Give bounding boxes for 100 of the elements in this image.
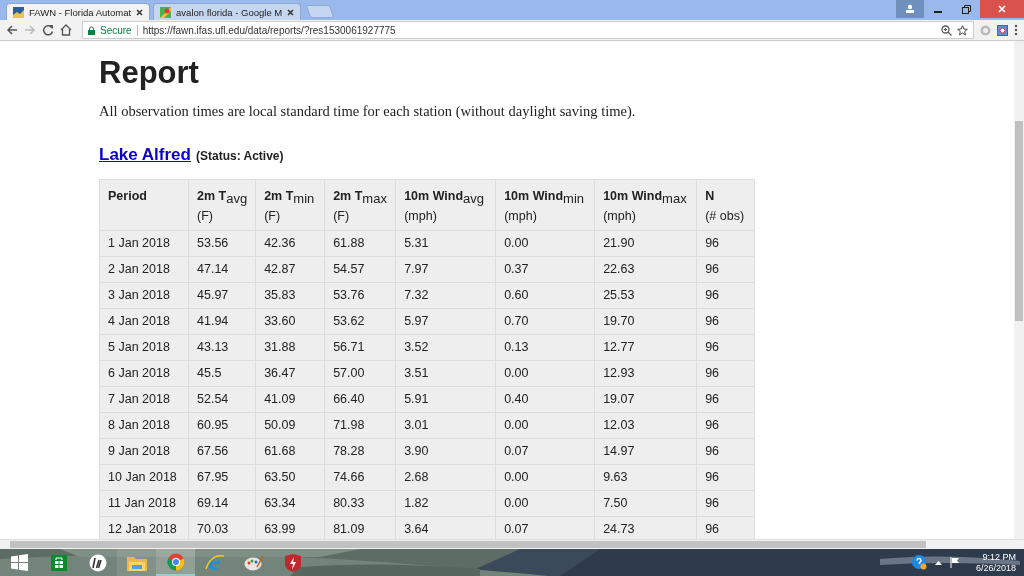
table-cell: 66.40 — [324, 386, 396, 413]
table-cell: 78.28 — [324, 438, 396, 465]
table-cell: 0.40 — [495, 386, 595, 413]
close-tab-icon[interactable] — [136, 8, 144, 16]
table-cell: 63.34 — [255, 490, 325, 517]
table-cell: 71.98 — [324, 412, 396, 439]
table-cell: 7.50 — [594, 490, 697, 517]
table-cell: 22.63 — [594, 256, 697, 283]
table-cell: 0.00 — [495, 490, 595, 517]
table-cell: 9.63 — [594, 464, 697, 491]
note-text: All observation times are local standard time for each station (without daylight saving time). — [99, 102, 637, 120]
browser-tab[interactable]: FAWN - Florida Automat — [6, 3, 151, 20]
table-cell: 19.70 — [594, 308, 697, 335]
station-link[interactable]: Lake Alfred — [99, 144, 191, 165]
menu-icon[interactable] — [1014, 24, 1018, 36]
table-cell: 1.82 — [395, 490, 496, 517]
table-cell: 61.88 — [324, 230, 396, 257]
address-field[interactable]: https://fawn.ifas.ufl.edu/data/reports/?res1530061927775 — [142, 24, 936, 36]
table-cell: 12.93 — [594, 360, 697, 387]
table-cell: 5 Jan 2018 — [99, 334, 189, 361]
table-cell: 5.97 — [395, 308, 496, 335]
table-cell: 12 Jan 2018 — [99, 516, 189, 539]
horizontal-scrollbar[interactable] — [0, 539, 1024, 549]
table-cell: 53.62 — [324, 308, 396, 335]
map-pin-icon — [160, 6, 172, 18]
table-cell: 2 Jan 2018 — [99, 256, 189, 283]
table-cell: 41.09 — [255, 386, 325, 413]
table-cell: 11 Jan 2018 — [99, 490, 189, 517]
table-cell: 10 Jan 2018 — [99, 464, 189, 491]
table-cell: 5.91 — [395, 386, 496, 413]
table-cell: 3.01 — [395, 412, 496, 439]
table-cell: 5.31 — [395, 230, 496, 257]
table-cell: 7.32 — [395, 282, 496, 309]
table-cell: 3 Jan 2018 — [99, 282, 189, 309]
close-tab-icon[interactable] — [287, 8, 295, 16]
table-cell: 25.53 — [594, 282, 697, 309]
zoom-icon[interactable] — [941, 24, 952, 36]
table-cell: 3.90 — [395, 438, 496, 465]
table-cell: 35.83 — [255, 282, 325, 309]
table-cell: 9 Jan 2018 — [99, 438, 189, 465]
table-cell: 74.66 — [324, 464, 396, 491]
home-icon[interactable] — [60, 24, 72, 36]
table-cell: 19.07 — [594, 386, 697, 413]
table-cell: 50.09 — [255, 412, 325, 439]
table-cell: 57.00 — [324, 360, 396, 387]
table-cell: 6 Jan 2018 — [99, 360, 189, 387]
restore-icon[interactable] — [961, 4, 971, 14]
table-cell: 4 Jan 2018 — [99, 308, 189, 335]
table-cell: 0.13 — [495, 334, 595, 361]
browser-icon[interactable] — [156, 549, 195, 576]
column-header: N (# obs) — [696, 179, 755, 231]
table-cell: 31.88 — [255, 334, 325, 361]
table-cell: 61.68 — [255, 438, 325, 465]
table-cell: 42.87 — [255, 256, 325, 283]
table-cell: 3.51 — [395, 360, 496, 387]
table-cell: 0.00 — [495, 230, 595, 257]
vertical-scrollbar[interactable] — [1014, 41, 1024, 539]
table-cell: 2.68 — [395, 464, 496, 491]
table-cell: 63.50 — [255, 464, 325, 491]
table-cell: 12.77 — [594, 334, 697, 361]
back-icon[interactable] — [6, 24, 18, 36]
table-cell: 3.52 — [395, 334, 496, 361]
table-cell: 0.07 — [495, 438, 595, 465]
table-cell: 8 Jan 2018 — [99, 412, 189, 439]
security-label: Secure — [100, 24, 132, 36]
table-cell: 53.76 — [324, 282, 396, 309]
station-icon — [13, 6, 24, 18]
scrollbar-thumb[interactable] — [1015, 121, 1023, 321]
reload-icon[interactable] — [42, 24, 54, 36]
table-cell: 1 Jan 2018 — [99, 230, 189, 257]
close-icon[interactable] — [998, 5, 1006, 13]
chevron-up-icon[interactable] — [934, 560, 942, 565]
table-cell: 0.00 — [495, 464, 595, 491]
lock-icon — [88, 25, 95, 35]
table-cell: 36.47 — [255, 360, 325, 387]
flag-icon[interactable] — [949, 557, 960, 568]
table-cell: 42.36 — [255, 230, 325, 257]
table-cell: 54.57 — [324, 256, 396, 283]
table-cell: 0.70 — [495, 308, 595, 335]
star-icon[interactable] — [957, 24, 968, 36]
windows-logo-icon[interactable] — [11, 554, 28, 571]
station-status: (Status: Active) — [195, 148, 284, 163]
clock-time: 9:12 PM — [982, 551, 1016, 563]
clock[interactable]: 9:12 PM 6/26/2018 — [975, 551, 1016, 574]
table-cell: 21.90 — [594, 230, 697, 257]
table-cell: 0.60 — [495, 282, 595, 309]
table-cell: 7 Jan 2018 — [99, 386, 189, 413]
table-cell: 56.71 — [324, 334, 396, 361]
table-cell: 12.03 — [594, 412, 697, 439]
page-title: Report — [99, 55, 200, 91]
help-icon[interactable] — [911, 555, 927, 570]
scrollbar-thumb[interactable] — [10, 541, 926, 548]
clock-date: 6/26/2018 — [975, 562, 1016, 574]
table-cell: 80.33 — [324, 490, 396, 517]
extension-icon[interactable] — [997, 24, 1008, 36]
browser-tab[interactable]: avalon florida - Google M — [153, 3, 302, 20]
table-cell: 33.60 — [255, 308, 325, 335]
table-cell: 0.37 — [495, 256, 595, 283]
table-cell: 0.00 — [495, 412, 595, 439]
table-cell: 7.97 — [395, 256, 496, 283]
